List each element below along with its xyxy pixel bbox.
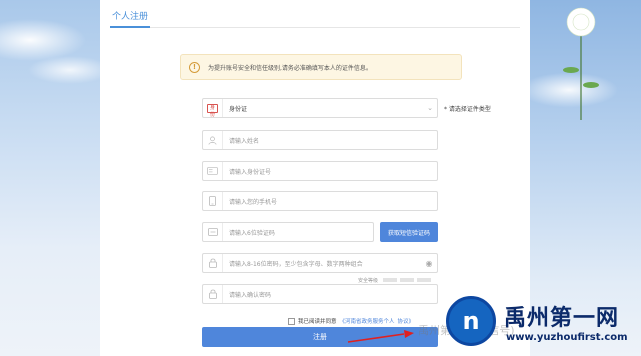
- dandelion-decoration: [563, 7, 599, 120]
- agreement-link[interactable]: 《河南省政务服务个人: [340, 317, 395, 325]
- confirm-password-placeholder: 请输入确认密码: [229, 291, 272, 299]
- tab-personal-registration[interactable]: 个人注册: [110, 10, 151, 28]
- id-number-field[interactable]: 请输入身份证号: [202, 161, 438, 181]
- phone-placeholder: 请输入您的手机号: [229, 198, 278, 206]
- strength-segment: [400, 278, 415, 282]
- watermark-logo-icon: n: [446, 296, 496, 346]
- phone-icon: [203, 192, 223, 210]
- tab-bar: 个人注册: [110, 8, 520, 28]
- eye-icon[interactable]: ◉: [421, 259, 437, 268]
- id-card-icon: 身份: [207, 103, 218, 118]
- strength-label: 安全等级: [358, 277, 379, 284]
- red-arrow-annotation: [347, 330, 414, 343]
- watermark-title: 禹州第一网: [504, 306, 620, 331]
- lock-icon: [203, 254, 223, 272]
- lock-icon: [203, 285, 223, 303]
- sms-code-field[interactable]: 请输入6位验证码: [202, 222, 374, 242]
- phone-field[interactable]: 请输入您的手机号: [202, 191, 438, 211]
- watermark-url: www.yuzhoufirst.com: [506, 332, 628, 343]
- id-card-outline-icon: [203, 162, 223, 180]
- notice-banner: ! 为提升账号安全和信任级别,请务必准确填写本人的证件信息。: [180, 54, 462, 80]
- get-sms-code-button[interactable]: 获取短信验证码: [380, 222, 438, 242]
- password-field[interactable]: 请输入8-16位密码，至少包含字母、数字两种组合 ◉: [202, 253, 438, 273]
- id-card-icon-wrap: 身份: [203, 99, 223, 118]
- name-field[interactable]: 请输入姓名: [202, 130, 438, 150]
- message-icon: [203, 223, 223, 241]
- watermark: 禹州第一网(微信号) n 禹州第一网 www.yuzhoufirst.com: [418, 296, 641, 356]
- agreement-prefix: 我已阅读并同意: [298, 319, 337, 325]
- id-type-select[interactable]: 身份 身份证 ⌄: [202, 98, 438, 118]
- background-left-sky: [0, 0, 100, 356]
- confirm-password-field[interactable]: 请输入确认密码: [202, 284, 438, 304]
- password-strength: 安全等级: [358, 276, 438, 284]
- strength-segment: [417, 278, 432, 282]
- agreement-row: 我已阅读并同意 《河南省政务服务个人 协议》: [288, 316, 414, 326]
- exclamation-icon: !: [189, 61, 200, 73]
- user-icon: [203, 131, 223, 149]
- password-placeholder: 请输入8-16位密码，至少包含字母、数字两种组合: [229, 260, 363, 268]
- strength-segment: [383, 278, 398, 282]
- sms-code-placeholder: 请输入6位验证码: [229, 229, 275, 237]
- id-type-value: 身份证: [229, 105, 248, 113]
- chevron-down-icon: ⌄: [427, 104, 433, 112]
- name-placeholder: 请输入姓名: [229, 137, 260, 145]
- agreement-checkbox[interactable]: [288, 317, 295, 325]
- id-type-hint: * 请选择证件类型: [444, 106, 491, 113]
- id-number-placeholder: 请输入身份证号: [229, 168, 272, 176]
- notice-text: 为提升账号安全和信任级别,请务必准确填写本人的证件信息。: [208, 64, 372, 72]
- agreement-link-suffix[interactable]: 协议》: [398, 317, 415, 325]
